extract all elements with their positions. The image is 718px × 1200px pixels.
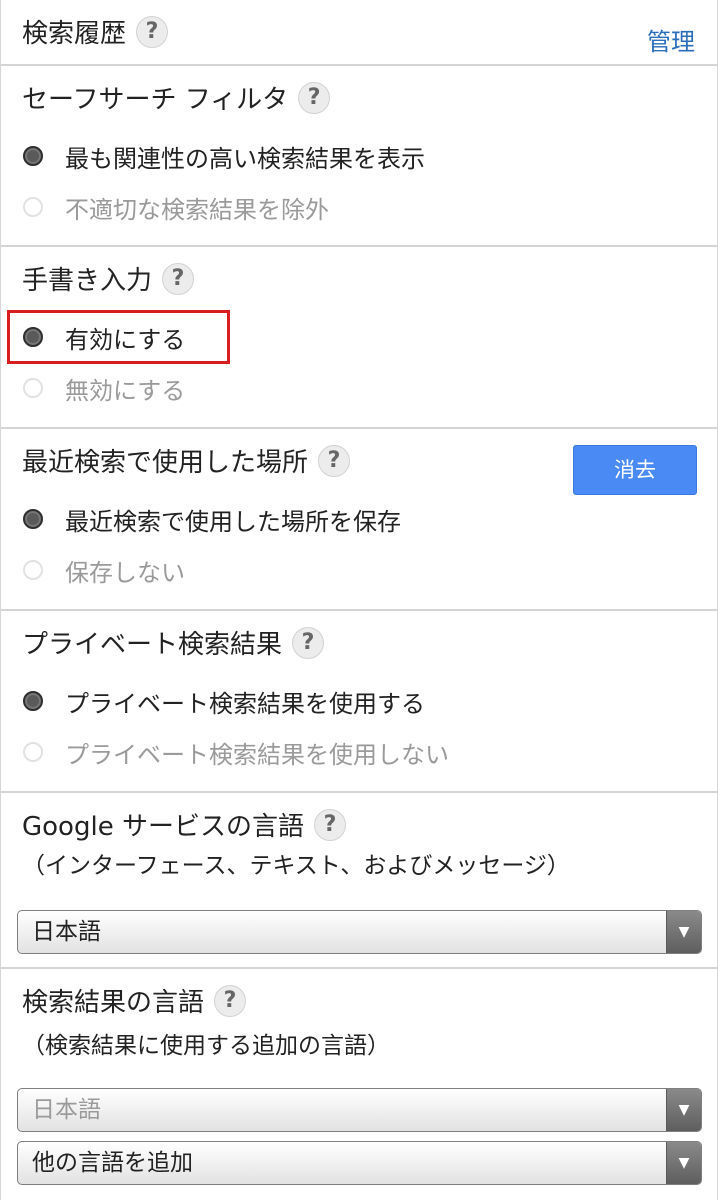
recent-locations-title-row: 最近検索で使用した場所? xyxy=(22,444,351,480)
radio-unselected[interactable] xyxy=(23,560,43,580)
safe-search-title: セーフサーチ フィルタ xyxy=(22,85,289,115)
private-results-option-dont-use[interactable]: プライベート検索結果を使用しない xyxy=(23,732,449,772)
option-label: 最も関連性の高い検索結果を表示 xyxy=(65,144,425,173)
private-results-option-use[interactable]: プライベート検索結果を使用する xyxy=(23,681,425,721)
radio-unselected[interactable] xyxy=(23,742,43,762)
radio-selected[interactable] xyxy=(23,327,43,347)
service-language-title: Google サービスの言語 xyxy=(22,812,304,842)
result-language-select[interactable]: 日本語 ▼ xyxy=(17,1088,702,1132)
result-language-section: 検索結果の言語? （検索結果に使用する追加の言語） 日本語 ▼ 他の言語を追加 … xyxy=(1,969,717,1200)
manage-link[interactable]: 管理 xyxy=(647,22,695,57)
service-language-section: Google サービスの言語? （インターフェース、テキスト、およびメッセージ）… xyxy=(1,793,717,969)
dropdown-arrow-icon[interactable]: ▼ xyxy=(666,1089,701,1131)
radio-selected[interactable] xyxy=(23,691,43,711)
help-icon[interactable]: ? xyxy=(292,626,325,659)
option-label: プライベート検索結果を使用しない xyxy=(65,740,449,769)
safe-search-title-row: セーフサーチ フィルタ? xyxy=(22,81,331,117)
handwriting-option-enable[interactable]: 有効にする xyxy=(23,317,185,357)
help-icon[interactable]: ? xyxy=(214,984,247,1017)
handwriting-title: 手書き入力 xyxy=(22,266,153,296)
select-value: 日本語 xyxy=(32,1097,101,1123)
help-icon[interactable]: ? xyxy=(136,15,169,48)
help-icon[interactable]: ? xyxy=(313,808,346,841)
radio-unselected[interactable] xyxy=(23,197,43,217)
radio-unselected[interactable] xyxy=(23,378,43,398)
dropdown-arrow-icon[interactable]: ▼ xyxy=(666,911,701,953)
radio-selected[interactable] xyxy=(23,509,43,529)
option-label: プライベート検索結果を使用する xyxy=(65,689,425,718)
option-label: 無効にする xyxy=(65,376,186,405)
option-label: 保存しない xyxy=(65,558,185,587)
service-language-subtitle: （インターフェース、テキスト、およびメッセージ） xyxy=(22,853,570,879)
search-history-section: 検索履歴? 管理 xyxy=(1,0,717,66)
search-history-title: 検索履歴 xyxy=(22,19,127,49)
private-results-section: プライベート検索結果? プライベート検索結果を使用する プライベート検索結果を使… xyxy=(1,611,717,793)
option-label: 不適切な検索結果を除外 xyxy=(65,195,329,224)
select-value: 日本語 xyxy=(32,919,101,945)
service-language-title-row: Google サービスの言語? xyxy=(22,808,346,844)
safe-search-section: セーフサーチ フィルタ? 最も関連性の高い検索結果を表示 不適切な検索結果を除外 xyxy=(1,66,717,247)
clear-button[interactable]: 消去 xyxy=(573,445,697,495)
option-label: 有効にする xyxy=(65,325,186,354)
safe-search-option-filter-explicit[interactable]: 不適切な検索結果を除外 xyxy=(23,187,329,227)
select-value: 他の言語を追加 xyxy=(32,1150,193,1176)
recent-locations-option-save[interactable]: 最近検索で使用した場所を保存 xyxy=(23,499,401,539)
result-language-subtitle: （検索結果に使用する追加の言語） xyxy=(22,1033,390,1059)
radio-selected[interactable] xyxy=(23,146,43,166)
help-icon[interactable]: ? xyxy=(318,444,351,477)
result-language-title: 検索結果の言語 xyxy=(22,988,205,1018)
handwriting-option-disable[interactable]: 無効にする xyxy=(23,368,185,408)
help-icon[interactable]: ? xyxy=(162,262,195,295)
option-label: 最近検索で使用した場所を保存 xyxy=(65,507,401,536)
private-results-title-row: プライベート検索結果? xyxy=(22,626,325,662)
dropdown-arrow-icon[interactable]: ▼ xyxy=(666,1142,701,1184)
handwriting-section: 手書き入力? 有効にする 無効にする xyxy=(1,247,717,429)
result-language-title-row: 検索結果の言語? xyxy=(22,984,247,1020)
recent-locations-title: 最近検索で使用した場所 xyxy=(22,448,309,478)
add-language-select[interactable]: 他の言語を追加 ▼ xyxy=(17,1141,702,1185)
private-results-title: プライベート検索結果 xyxy=(22,630,283,660)
service-language-select[interactable]: 日本語 ▼ xyxy=(17,910,702,954)
handwriting-title-row: 手書き入力? xyxy=(22,262,195,298)
search-history-title-row: 検索履歴? xyxy=(22,15,169,51)
safe-search-option-show-relevant[interactable]: 最も関連性の高い検索結果を表示 xyxy=(23,136,425,176)
recent-locations-option-dont-save[interactable]: 保存しない xyxy=(23,550,185,590)
help-icon[interactable]: ? xyxy=(298,81,331,114)
